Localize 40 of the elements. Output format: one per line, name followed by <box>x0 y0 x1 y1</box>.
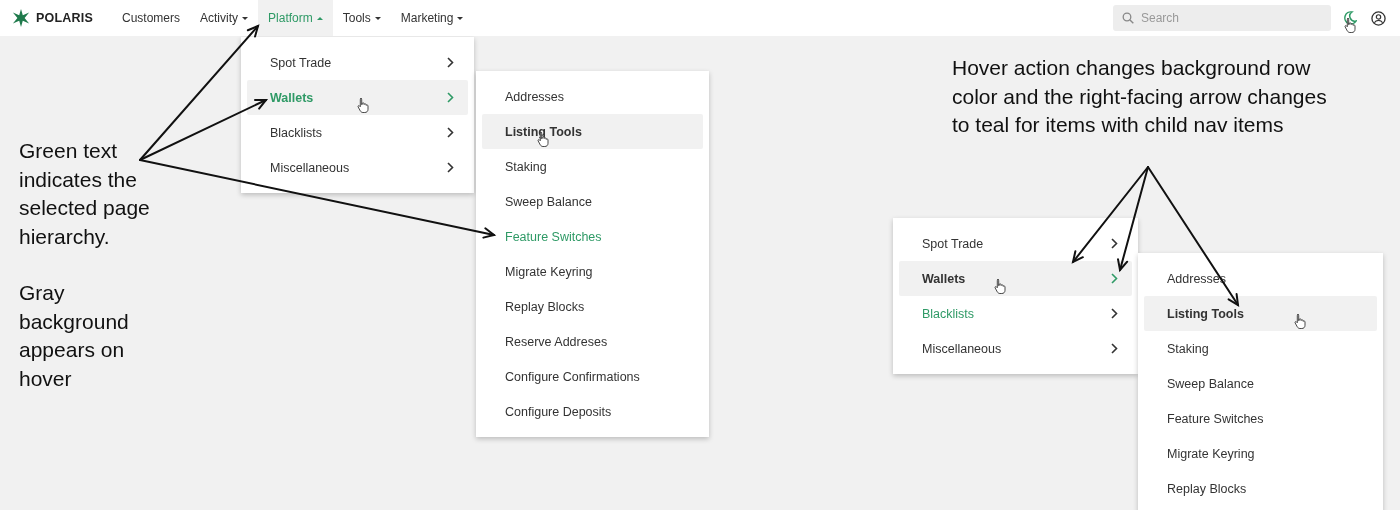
menu-item[interactable]: Sweep Balance <box>482 184 703 219</box>
brand-name: POLARIS <box>36 11 93 25</box>
cursor-icon <box>1294 313 1306 329</box>
menu-item[interactable]: Replay Blocks <box>482 289 703 324</box>
menu-item[interactable]: Blacklists <box>899 296 1132 331</box>
crescent-icon[interactable] <box>1343 10 1357 26</box>
nav-tab[interactable]: Tools <box>332 0 391 36</box>
menu-item[interactable]: Feature Switches <box>482 219 703 254</box>
menu-item[interactable]: Staking <box>482 149 703 184</box>
menu-item[interactable]: Configure Confirmations <box>482 359 703 394</box>
menu-item[interactable]: Migrate Keyring <box>482 254 703 289</box>
cursor-icon <box>994 278 1006 294</box>
search-field[interactable]: Search <box>1113 5 1331 31</box>
menu-item[interactable]: Configure Deposits <box>482 394 703 429</box>
menu-item[interactable]: Miscellaneous <box>899 331 1132 366</box>
menu-item[interactable]: Blacklists <box>247 115 468 150</box>
menu-item[interactable]: Miscellaneous <box>247 150 468 185</box>
menu-item[interactable]: Feature Switches <box>1144 401 1377 436</box>
menu-item[interactable]: Spot Trade <box>247 45 468 80</box>
menu-item[interactable]: Listing Tools <box>482 114 703 149</box>
menu-item[interactable]: Spot Trade <box>899 226 1132 261</box>
nav-tab[interactable]: Marketing <box>390 0 474 36</box>
annotation-text: Hover action changes background row color and the right-facing arrow changes to teal for items with child nav items <box>952 55 1327 138</box>
menu-item[interactable]: Staking <box>1144 331 1377 366</box>
menu-item[interactable]: Migrate Keyring <box>1144 436 1377 471</box>
annotation-text: Green text indicates the selected page hierarchy. <box>19 138 151 250</box>
nav-tab[interactable]: Activity <box>190 0 259 36</box>
nav-tab[interactable]: Customers <box>112 0 190 36</box>
user-account-icon[interactable] <box>1371 10 1386 26</box>
menu-item[interactable]: Reserve Addreses <box>482 324 703 359</box>
search-icon <box>1122 12 1134 24</box>
menu-item[interactable]: Wallets <box>899 261 1132 296</box>
annotation-text: Gray background appears on hover <box>19 280 130 392</box>
star-logo-icon <box>12 9 30 27</box>
menu-item[interactable]: Listing Tools <box>1144 296 1377 331</box>
cursor-icon <box>357 97 369 113</box>
menu-item[interactable]: Sweep Balance <box>1144 366 1377 401</box>
cursor-icon <box>1344 17 1356 33</box>
menu-item[interactable]: Replay Blocks <box>1144 471 1377 506</box>
menu-item[interactable]: Addresses <box>482 79 703 114</box>
